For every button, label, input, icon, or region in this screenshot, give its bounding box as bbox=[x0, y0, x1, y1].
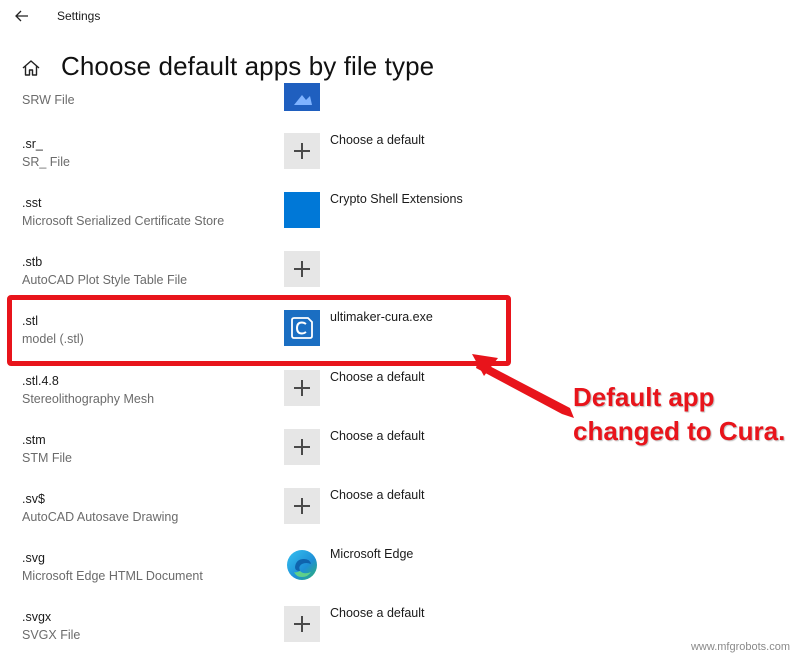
app-logo-icon bbox=[294, 95, 312, 105]
window-title: Settings bbox=[57, 9, 101, 23]
file-type-description: AutoCAD Plot Style Table File bbox=[22, 273, 188, 287]
choose-default-app-tile[interactable] bbox=[284, 251, 320, 287]
file-extension: .sv$ bbox=[22, 492, 45, 506]
file-extension: .sst bbox=[22, 196, 42, 210]
arrow-left-icon bbox=[15, 10, 28, 22]
choose-default-app-tile[interactable] bbox=[284, 488, 320, 524]
file-extension: .svgx bbox=[22, 610, 52, 624]
annotation-callout: Default app changed to Cura. bbox=[573, 380, 785, 448]
edge-app-tile[interactable] bbox=[284, 547, 320, 583]
default-app-name[interactable]: Choose a default bbox=[330, 488, 425, 502]
file-type-row: .sv$ AutoCAD Autosave Drawing Choose a d… bbox=[0, 488, 800, 551]
default-app-name[interactable]: Choose a default bbox=[330, 370, 425, 384]
default-app-name[interactable]: Microsoft Edge bbox=[330, 547, 413, 561]
crypto-shell-app-tile[interactable] bbox=[284, 192, 320, 228]
choose-default-app-tile[interactable] bbox=[284, 370, 320, 406]
watermark: www.mfgrobots.com bbox=[690, 641, 790, 653]
default-app-name[interactable]: Choose a default bbox=[330, 133, 425, 147]
file-type-description: Microsoft Serialized Certificate Store bbox=[22, 214, 225, 228]
file-extension: .svg bbox=[22, 551, 45, 565]
highlight-box bbox=[7, 295, 511, 366]
callout-arrow-icon bbox=[472, 354, 574, 418]
back-button[interactable] bbox=[10, 6, 34, 26]
file-type-description: AutoCAD Autosave Drawing bbox=[22, 510, 179, 524]
title-bar: Settings bbox=[0, 0, 800, 32]
file-type-description: Stereolithography Mesh bbox=[22, 392, 155, 406]
file-type-row: .sr_ SR_ File Choose a default bbox=[0, 133, 800, 196]
microsoft-edge-icon bbox=[287, 550, 317, 580]
default-app-name[interactable]: Choose a default bbox=[330, 606, 425, 620]
choose-default-app-tile[interactable] bbox=[284, 429, 320, 465]
file-type-row: .svgx SVGX File Choose a default bbox=[0, 606, 800, 669]
file-type-description: Microsoft Edge HTML Document bbox=[22, 569, 203, 583]
annotation-line-1: Default app bbox=[573, 382, 715, 412]
file-type-description: SR_ File bbox=[22, 155, 70, 169]
file-type-description: SVGX File bbox=[22, 628, 81, 642]
choose-default-app-tile[interactable] bbox=[284, 133, 320, 169]
default-app-name[interactable]: Crypto Shell Extensions bbox=[330, 192, 463, 206]
file-type-row: .svg Microsoft Edge HTML Document Micros… bbox=[0, 547, 800, 610]
file-extension: .sr_ bbox=[22, 137, 43, 151]
app-tile-srw[interactable] bbox=[284, 83, 320, 111]
file-type-description: SRW File bbox=[22, 93, 75, 107]
home-icon bbox=[22, 60, 40, 76]
file-type-description: STM File bbox=[22, 451, 72, 465]
home-button[interactable] bbox=[20, 57, 42, 79]
choose-default-app-tile[interactable] bbox=[284, 606, 320, 642]
file-extension: .stl.4.8 bbox=[22, 374, 59, 388]
file-type-row: .sst Microsoft Serialized Certificate St… bbox=[0, 192, 800, 255]
default-app-name[interactable]: Choose a default bbox=[330, 429, 425, 443]
annotation-line-2: changed to Cura. bbox=[573, 416, 786, 446]
file-extension: .stb bbox=[22, 255, 43, 269]
file-extension: .stm bbox=[22, 433, 46, 447]
page-title: Choose default apps by file type bbox=[61, 51, 435, 81]
